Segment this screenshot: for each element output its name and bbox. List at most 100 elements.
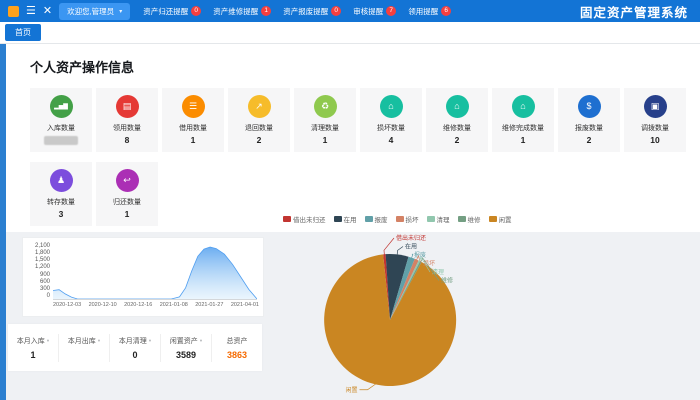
summary-stat-2: 本月清理0 xyxy=(109,334,160,362)
stat-card-0[interactable]: ▂▅▇入库数量 xyxy=(30,88,92,152)
legend-item-2[interactable]: 报废 xyxy=(365,214,388,224)
stat-card-value: 10 xyxy=(650,135,659,145)
stat-card-value: 2 xyxy=(587,135,592,145)
legend-label: 在用 xyxy=(344,214,357,224)
nav-notification-0[interactable]: 资产归还提醒0 xyxy=(143,6,201,17)
notification-badge: 6 xyxy=(441,6,451,16)
notification-badge: 0 xyxy=(191,6,201,16)
stat-card-label: 清理数量 xyxy=(311,123,339,133)
legend-item-3[interactable]: 损坏 xyxy=(396,214,419,224)
y-tick-label: 900 xyxy=(40,272,50,278)
summary-stat-label: 本月入库 xyxy=(8,336,58,346)
legend-item-1[interactable]: 在用 xyxy=(334,214,357,224)
app-logo xyxy=(8,6,19,17)
asset-management-dashboard: ☰ ✕ 欢迎您,管理员 ▾ 资产归还提醒0资产维修提醒1资产报废提醒0审核提醒7… xyxy=(0,0,700,400)
x-tick-label: 2020-12-10 xyxy=(89,302,117,308)
stat-card-label: 入库数量 xyxy=(47,123,75,133)
nav-notification-3[interactable]: 审核提醒7 xyxy=(353,6,396,17)
stat-card-value: 2 xyxy=(455,135,460,145)
pie-callout-label-1: 在用 xyxy=(405,243,417,251)
masked-value xyxy=(44,136,78,145)
stat-card-11[interactable]: ↩ 归还数量 1 xyxy=(96,162,158,226)
money-bag-icon: $ xyxy=(578,95,601,118)
stat-card-label: 维修数量 xyxy=(443,123,471,133)
summary-stat-1: 本月出库 xyxy=(58,334,109,362)
trend-icon: ↗ xyxy=(248,95,271,118)
stat-card-value: 2 xyxy=(257,135,262,145)
stat-card-value: 3 xyxy=(59,209,64,219)
summary-stat-label: 本月清理 xyxy=(110,336,160,346)
stat-card-label: 报废数量 xyxy=(575,123,603,133)
user-dropdown-label: 欢迎您,管理员 xyxy=(67,6,114,17)
legend-label: 报废 xyxy=(375,214,388,224)
stat-card-label: 转存数量 xyxy=(47,197,75,207)
summary-stats-card: 本月入库1本月出库本月清理0闲置资产3589总资产3863 xyxy=(8,324,262,371)
user-dropdown-button[interactable]: 欢迎您,管理员 ▾ xyxy=(59,3,130,20)
summary-stat-value: 3589 xyxy=(161,350,211,360)
summary-stat-4: 总资产3863 xyxy=(211,334,262,362)
summary-stat-label: 闲置资产 xyxy=(161,336,211,346)
stat-card-6[interactable]: ⌂维修数量2 xyxy=(426,88,488,152)
pie-legend: 借出未归还 在用 报废 损坏 清理 维修闲置 xyxy=(283,214,512,224)
stat-card-9[interactable]: ▣ 调拨数量 10 xyxy=(624,88,686,152)
legend-label: 借出未归还 xyxy=(293,214,326,224)
y-tick-label: 600 xyxy=(40,279,50,285)
notification-badge: 7 xyxy=(386,6,396,16)
stat-card-value: 8 xyxy=(125,135,130,145)
stat-card-4[interactable]: ♻清理数量1 xyxy=(294,88,356,152)
legend-item-5[interactable]: 维修 xyxy=(458,214,481,224)
pie-callout-label-5: 维修 xyxy=(441,277,453,285)
legend-swatch xyxy=(458,216,466,222)
home-icon: ⌂ xyxy=(380,95,403,118)
document-icon: ▤ xyxy=(116,95,139,118)
legend-item-0[interactable]: 借出未归还 xyxy=(283,214,326,224)
legend-swatch xyxy=(427,216,435,222)
trend-chart-x-axis: 2020-12-032020-12-102020-12-162021-01-08… xyxy=(53,302,259,308)
return-icon: ↩ xyxy=(116,169,139,192)
stat-card-3[interactable]: ↗退回数量2 xyxy=(228,88,290,152)
home-icon: ⌂ xyxy=(512,95,535,118)
legend-swatch xyxy=(396,216,404,222)
pie-callout-label-4: 清理 xyxy=(432,268,444,276)
x-tick-label: 2021-01-27 xyxy=(195,302,223,308)
legend-swatch xyxy=(489,216,497,222)
y-tick-label: 0 xyxy=(47,293,50,299)
legend-item-6[interactable]: 闲置 xyxy=(489,214,512,224)
nav-notification-2[interactable]: 资产报废提醒0 xyxy=(283,6,341,17)
stat-card-value: 1 xyxy=(125,209,130,219)
tab-home[interactable]: 首页 xyxy=(5,24,41,41)
y-tick-label: 1,200 xyxy=(35,264,50,270)
layers-icon: ☰ xyxy=(182,95,205,118)
stat-card-value: 1 xyxy=(191,135,196,145)
stat-card-10[interactable]: ♟转存数量3 xyxy=(30,162,92,226)
stat-card-1[interactable]: ▤领用数量8 xyxy=(96,88,158,152)
legend-swatch xyxy=(334,216,342,222)
legend-label: 清理 xyxy=(437,214,450,224)
copy-icon: ▣ xyxy=(644,95,667,118)
legend-swatch xyxy=(283,216,291,222)
nav-notification-1[interactable]: 资产维修提醒1 xyxy=(213,6,271,17)
stat-card-7[interactable]: ⌂维修完成数量1 xyxy=(492,88,554,152)
stat-card-label: 归还数量 xyxy=(113,197,141,207)
nav-notification-4[interactable]: 领用提醒6 xyxy=(408,6,451,17)
stat-card-5[interactable]: ⌂损坏数量4 xyxy=(360,88,422,152)
legend-item-4[interactable]: 清理 xyxy=(427,214,450,224)
nav-notification-label: 资产归还提醒 xyxy=(143,6,188,17)
trend-chart-card: 2,1001,8001,5001,2009006003000 2020-12-0… xyxy=(22,237,264,317)
legend-label: 维修 xyxy=(468,214,481,224)
close-icon[interactable]: ✕ xyxy=(43,6,52,17)
summary-stat-value xyxy=(59,350,109,360)
hamburger-menu-icon[interactable]: ☰ xyxy=(26,6,36,17)
stat-card-8[interactable]: $ 报废数量 2 xyxy=(558,88,620,152)
stat-card-value: 4 xyxy=(389,135,394,145)
stat-card-2[interactable]: ☰借用数量1 xyxy=(162,88,224,152)
legend-label: 损坏 xyxy=(406,214,419,224)
summary-stat-value: 3863 xyxy=(212,350,262,360)
chevron-down-icon: ▾ xyxy=(119,8,122,15)
tab-strip: 首页 xyxy=(0,22,700,44)
stat-card-label: 调拨数量 xyxy=(641,123,669,133)
y-tick-label: 2,100 xyxy=(35,243,50,249)
y-tick-label: 300 xyxy=(40,286,50,292)
summary-stat-3: 闲置资产 3589 xyxy=(160,334,211,362)
y-tick-label: 1,800 xyxy=(35,250,50,256)
